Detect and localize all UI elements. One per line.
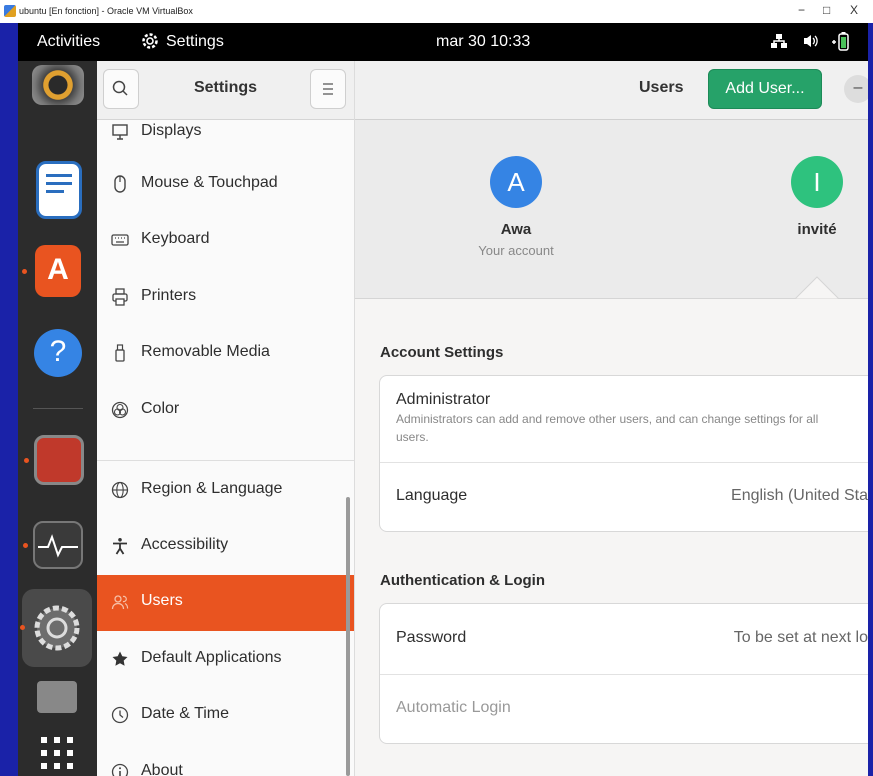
battery-icon[interactable] bbox=[830, 32, 852, 52]
user-name[interactable]: invité bbox=[767, 221, 867, 238]
sidebar-separator bbox=[97, 460, 354, 461]
authentication-heading: Authentication & Login bbox=[380, 572, 545, 589]
display-icon bbox=[112, 124, 128, 140]
panel-header: Users Add User... – bbox=[355, 61, 868, 120]
sidebar-item-label: Users bbox=[141, 592, 183, 609]
sidebar-item-mouse[interactable]: Mouse & Touchpad bbox=[97, 157, 354, 213]
sidebar-item-region-language[interactable]: Region & Language bbox=[97, 463, 354, 519]
language-row[interactable]: Language English (United Sta bbox=[380, 463, 868, 531]
sidebar-item-label: Color bbox=[141, 400, 180, 417]
sidebar-item-label: Accessibility bbox=[141, 536, 229, 553]
sidebar-item-label: Keyboard bbox=[141, 230, 210, 247]
automatic-login-row[interactable]: Automatic Login bbox=[380, 675, 868, 743]
dock-separator bbox=[33, 408, 83, 409]
system-monitor-icon[interactable] bbox=[23, 521, 83, 569]
info-icon bbox=[111, 763, 129, 776]
page-title: Users bbox=[639, 79, 684, 96]
color-icon bbox=[111, 401, 129, 419]
settings-sidebar: Settings Displays Mouse & Touchpad Keybo… bbox=[97, 61, 355, 776]
automatic-login-label: Automatic Login bbox=[396, 699, 511, 716]
password-row[interactable]: Password To be set at next lo bbox=[380, 604, 868, 674]
sidebar-item-about[interactable]: About bbox=[97, 745, 354, 776]
sidebar-item-color[interactable]: Color bbox=[97, 383, 354, 439]
menu-button[interactable] bbox=[310, 69, 346, 109]
password-label: Password bbox=[396, 629, 467, 646]
gnome-topbar: Activities Settings mar 30 10:33 bbox=[18, 23, 868, 61]
user-carousel: A Awa Your account I invité bbox=[355, 120, 868, 299]
selection-arrow bbox=[795, 276, 839, 299]
minimize-button[interactable]: − bbox=[798, 3, 805, 17]
remove-user-button[interactable]: – bbox=[844, 75, 868, 103]
close-button[interactable]: X bbox=[850, 3, 858, 17]
sidebar-item-displays[interactable]: Displays bbox=[97, 121, 354, 157]
administrator-row[interactable]: Administrator Administrators can add and… bbox=[380, 376, 868, 462]
sidebar-item-label: Date & Time bbox=[141, 705, 230, 722]
account-settings-heading: Account Settings bbox=[380, 344, 504, 361]
sidebar-item-label: Displays bbox=[141, 122, 202, 139]
dock: A ? bbox=[18, 61, 97, 776]
sidebar-item-label: Printers bbox=[141, 287, 197, 304]
ubuntu-software-icon[interactable]: A bbox=[22, 245, 81, 297]
gear-icon bbox=[142, 33, 158, 49]
sidebar-item-label: Mouse & Touchpad bbox=[141, 174, 278, 191]
add-user-button[interactable]: Add User... bbox=[708, 69, 822, 109]
administrator-description-cont: users. bbox=[396, 430, 429, 444]
password-value: To be set at next lo bbox=[733, 629, 868, 646]
clock-icon bbox=[111, 706, 129, 724]
virtualbox-icon bbox=[4, 5, 16, 17]
network-icon[interactable] bbox=[770, 32, 788, 50]
volume-icon[interactable] bbox=[802, 32, 820, 50]
user-name[interactable]: Awa bbox=[466, 221, 566, 238]
sidebar-item-label: Region & Language bbox=[141, 480, 283, 497]
sidebar-item-default-applications[interactable]: Default Applications bbox=[97, 632, 354, 688]
maximize-button[interactable]: □ bbox=[823, 3, 830, 17]
settings-dock-icon[interactable] bbox=[20, 589, 92, 667]
avatar-invite[interactable]: I bbox=[791, 156, 843, 208]
sidebar-item-date-time[interactable]: Date & Time bbox=[97, 688, 354, 744]
usb-icon bbox=[115, 344, 125, 362]
rhythmbox-icon[interactable] bbox=[32, 65, 84, 105]
sidebar-item-removable-media[interactable]: Removable Media bbox=[97, 326, 354, 382]
sidebar-header: Settings bbox=[97, 61, 354, 120]
globe-icon bbox=[111, 481, 129, 499]
sidebar-item-accessibility[interactable]: Accessibility bbox=[97, 519, 354, 575]
star-icon bbox=[112, 651, 128, 666]
administrator-label: Administrator bbox=[396, 391, 491, 408]
sidebar-item-label: Removable Media bbox=[141, 343, 270, 360]
sidebar-scrollbar[interactable] bbox=[346, 497, 350, 776]
mouse-icon bbox=[114, 175, 126, 193]
show-applications-icon[interactable] bbox=[37, 733, 77, 773]
avatar-awa[interactable]: A bbox=[490, 156, 542, 208]
accessibility-icon bbox=[113, 538, 127, 555]
sidebar-item-users[interactable]: Users bbox=[97, 575, 354, 631]
libreoffice-writer-icon[interactable] bbox=[36, 161, 82, 219]
administrator-description: Administrators can add and remove other … bbox=[396, 412, 819, 426]
app-menu[interactable]: Settings bbox=[166, 33, 224, 51]
account-settings-card: Administrator Administrators can add and… bbox=[379, 375, 868, 532]
virtualbox-titlebar: ubuntu [En fonction] - Oracle VM Virtual… bbox=[0, 0, 873, 23]
users-panel: Users Add User... – A Awa Your account I… bbox=[355, 61, 868, 776]
language-value: English (United Sta bbox=[731, 487, 868, 504]
terminal-icon[interactable] bbox=[24, 435, 84, 485]
clock[interactable]: mar 30 10:33 bbox=[436, 33, 530, 51]
sidebar-item-label: Default Applications bbox=[141, 649, 282, 666]
hamburger-icon bbox=[323, 83, 333, 95]
help-icon[interactable]: ? bbox=[34, 329, 82, 377]
sidebar-item-printers[interactable]: Printers bbox=[97, 270, 354, 326]
authentication-card: Password To be set at next lo Automatic … bbox=[379, 603, 868, 744]
sidebar-item-keyboard[interactable]: Keyboard bbox=[97, 213, 354, 269]
printer-icon bbox=[112, 288, 128, 306]
guest-screen: Activities Settings mar 30 10:33 A ? Set… bbox=[18, 23, 868, 776]
language-label: Language bbox=[396, 487, 468, 504]
user-subtitle: Your account bbox=[478, 243, 554, 258]
sidebar-item-label: About bbox=[141, 762, 183, 776]
keyboard-icon bbox=[111, 234, 129, 246]
activities-button[interactable]: Activities bbox=[37, 33, 100, 51]
drive-icon[interactable] bbox=[37, 681, 77, 713]
users-icon bbox=[111, 595, 129, 610]
window-title: ubuntu [En fonction] - Oracle VM Virtual… bbox=[19, 6, 193, 16]
